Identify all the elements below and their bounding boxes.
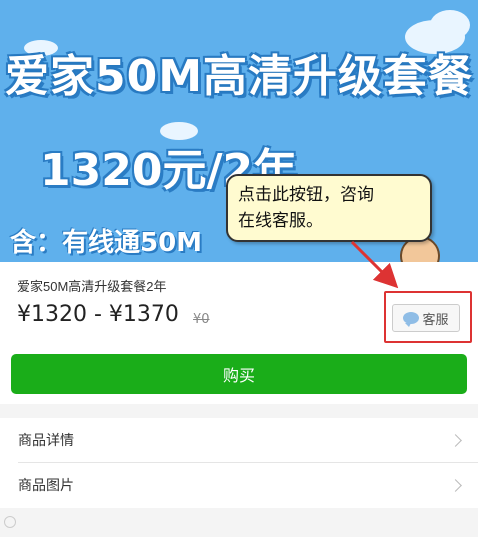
price-range: ¥1320 - ¥1370 (17, 302, 179, 327)
original-price: ¥0 (193, 312, 210, 327)
banner-includes: 含：有线通50M (10, 228, 203, 258)
product-name: 爱家50M高清升级套餐2年 (17, 279, 167, 294)
section-gap (0, 404, 478, 418)
watermark (4, 516, 16, 528)
instruction-callout: 点击此按钮，咨询 在线客服。 (226, 174, 432, 242)
buy-button[interactable]: 购买 (11, 354, 467, 394)
service-button-label: 客服 (422, 312, 449, 328)
product-info: 爱家50M高清升级套餐2年 ¥1320 - ¥1370 ¥0 客服 (0, 262, 478, 354)
callout-line-2: 在线客服。 (238, 211, 323, 231)
cloud-decoration (430, 10, 470, 40)
bottom-area (0, 508, 478, 537)
weibo-icon (4, 516, 16, 528)
list-item-product-details[interactable]: 商品详情 (0, 418, 478, 462)
list-item-product-images[interactable]: 商品图片 (0, 463, 478, 507)
list-item-label: 商品详情 (18, 433, 74, 449)
chevron-right-icon (449, 433, 462, 447)
chat-bubble-icon (403, 312, 420, 327)
list-item-label: 商品图片 (18, 478, 74, 494)
customer-service-button[interactable]: 客服 (392, 304, 460, 332)
callout-line-1: 点击此按钮，咨询 (238, 185, 374, 205)
banner-title: 爱家50M高清升级套餐 (4, 51, 473, 102)
chevron-right-icon (449, 478, 462, 492)
